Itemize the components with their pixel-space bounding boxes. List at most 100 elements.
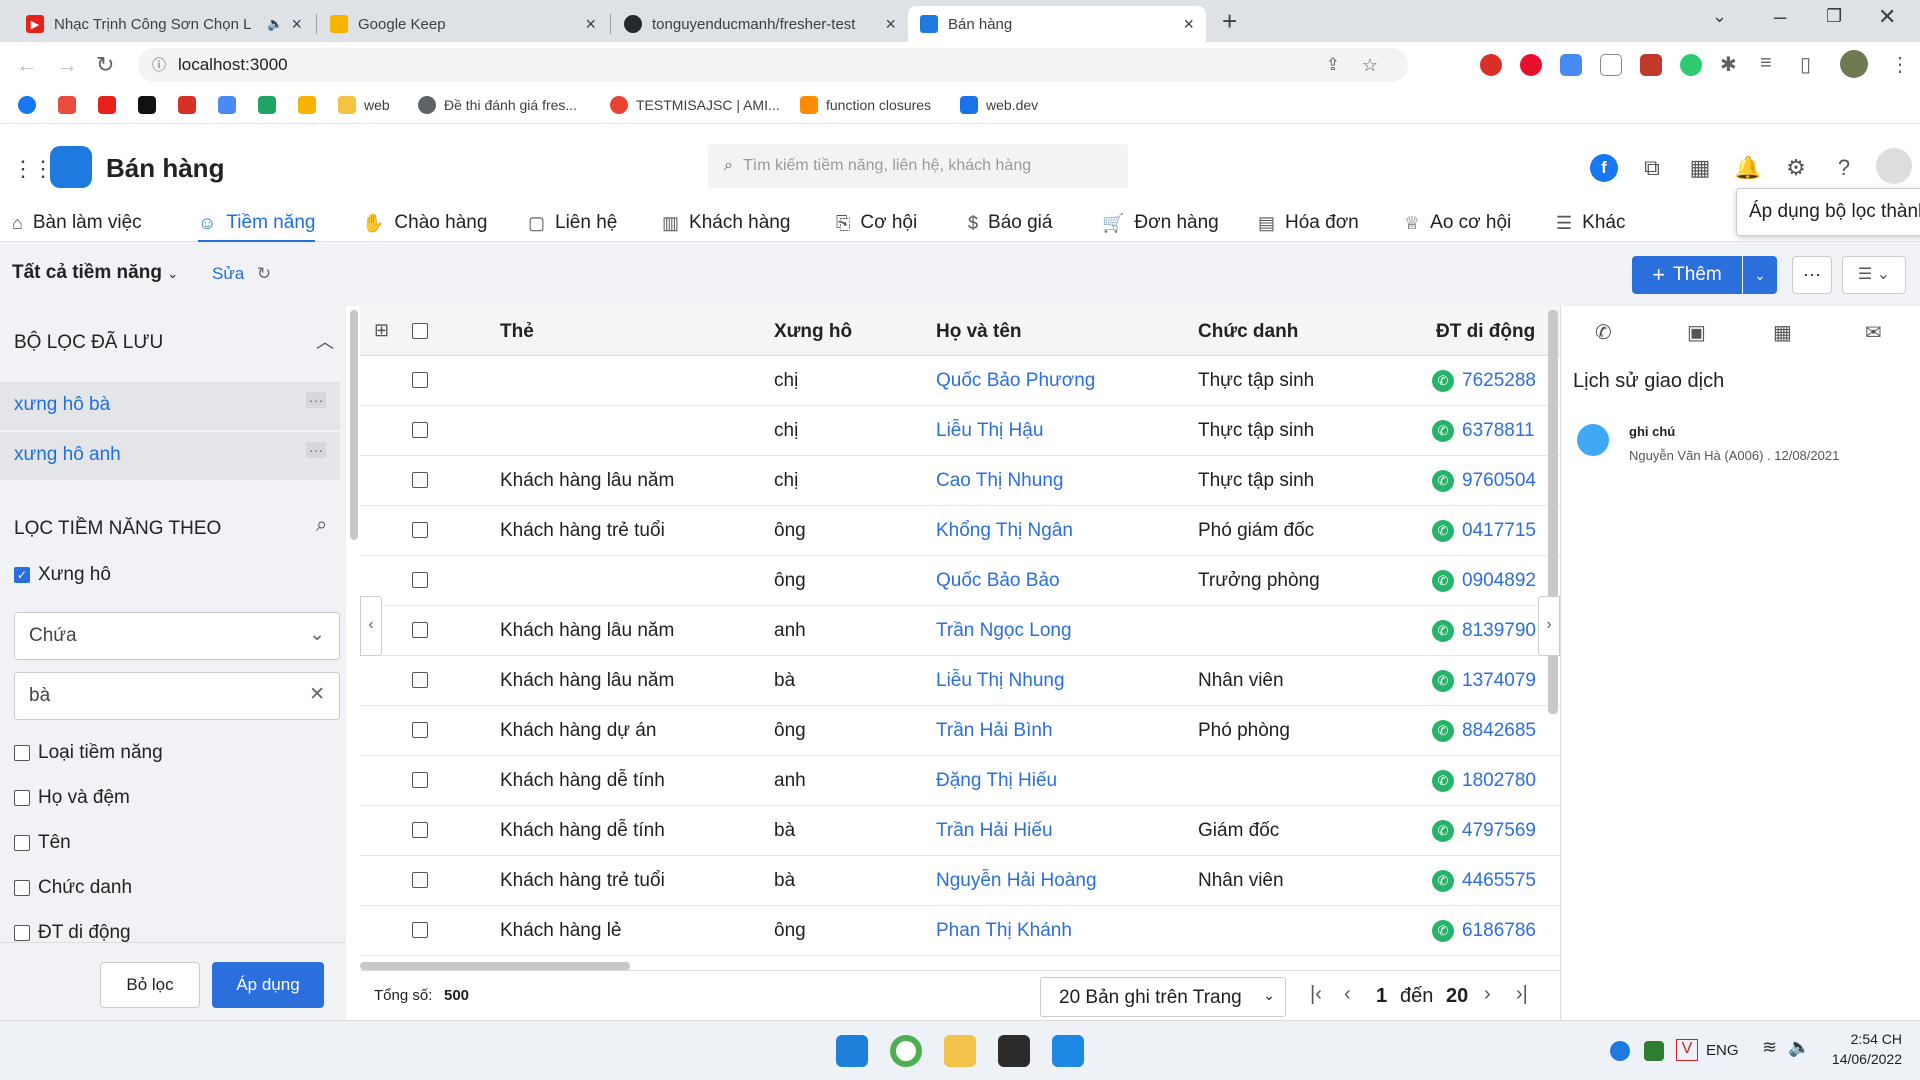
column-header[interactable]: ĐT di động (1436, 321, 1535, 343)
clock-date[interactable]: 14/06/2022 (1818, 1051, 1902, 1067)
call-icon[interactable]: ✆ (1432, 770, 1454, 792)
call-icon[interactable]: ✆ (1432, 720, 1454, 742)
zalo-icon[interactable] (1610, 1041, 1630, 1061)
minimize-button[interactable]: – (1774, 4, 1786, 30)
language-indicator[interactable]: ENG (1706, 1042, 1739, 1059)
cell-phone[interactable]: 6378811 (1462, 420, 1535, 441)
menu-kebab-icon[interactable]: ⋮ (1890, 52, 1910, 77)
bookmark-youtube[interactable] (98, 96, 124, 114)
chevron-up-icon[interactable]: ︿ (316, 328, 334, 354)
cell-phone[interactable]: 9760504 (1462, 470, 1536, 491)
facebook-icon[interactable]: f (1590, 154, 1618, 182)
bookmark-star-icon[interactable]: ☆ (1362, 55, 1378, 76)
extension-icon[interactable] (1640, 54, 1662, 76)
tab-co-hoi[interactable]: ⎘ Cơ hội (836, 204, 917, 242)
cell-phone[interactable]: 0417715 (1462, 520, 1536, 541)
row-checkbox[interactable] (412, 472, 428, 488)
windows-start-icon[interactable] (836, 1035, 868, 1067)
checkbox[interactable] (14, 745, 30, 761)
cell-phone[interactable]: 8139790 (1462, 620, 1536, 641)
column-header[interactable]: Xưng hô (774, 321, 852, 343)
apply-filter-button[interactable]: Áp dụng (212, 962, 324, 1008)
tab-ban-lam-viec[interactable]: ⌂ Bàn làm việc (12, 204, 142, 242)
row-checkbox[interactable] (412, 822, 428, 838)
table-row[interactable]: Khách hàng trẻ tuổi ông Khổng Thị Ngân Phó … (360, 506, 1560, 556)
search-icon[interactable]: ⌕ (316, 514, 327, 537)
horizontal-scrollbar[interactable] (360, 962, 630, 970)
more-icon[interactable]: ··· (306, 392, 326, 408)
cell-phone[interactable]: 4465575 (1462, 870, 1536, 891)
security-icon[interactable] (1644, 1041, 1664, 1061)
row-checkbox[interactable] (412, 722, 428, 738)
add-button[interactable]: + Thêm (1632, 256, 1742, 294)
table-row[interactable]: Khách hàng lâu năm bà Liễu Thị Nhung Nhân v… (360, 656, 1560, 706)
prev-page-icon[interactable]: ‹ (1344, 983, 1351, 1006)
saved-filter-item[interactable]: xưng hô anh ··· (0, 432, 340, 480)
table-row[interactable]: Khách hàng dễ tính anh Đặng Thị Hiếu ✆ 18027… (360, 756, 1560, 806)
cell-name-link[interactable]: Phan Thị Khánh (936, 920, 1072, 942)
cell-phone[interactable]: 7625288 (1462, 370, 1536, 391)
bookmark-keep[interactable] (298, 96, 324, 114)
filter-field-xung-ho[interactable]: ✓ Xưng hô (14, 564, 111, 586)
collapse-right-button[interactable]: › (1538, 596, 1560, 656)
last-page-icon[interactable]: ›| (1516, 983, 1528, 1006)
file-explorer-icon[interactable] (944, 1035, 976, 1067)
gear-icon[interactable]: ⚙ (1782, 154, 1810, 182)
bookmark-exam[interactable]: Đề thi đánh giá fres... (418, 96, 577, 114)
row-checkbox[interactable] (412, 372, 428, 388)
bookmark-webdev[interactable]: web.dev (960, 96, 1038, 114)
sidepanel-icon[interactable]: ▯ (1800, 52, 1811, 77)
cell-name-link[interactable]: Đặng Thị Hiếu (936, 770, 1057, 792)
puzzle-icon[interactable]: ✱ (1720, 52, 1737, 77)
call-icon[interactable]: ✆ (1432, 370, 1454, 392)
browser-tab[interactable]: ▶ Nhạc Trịnh Công Sơn Chọn L 🔈 × (14, 6, 314, 42)
table-row[interactable]: Khách hàng lâu năm chị Cao Thị Nhung Thực t… (360, 456, 1560, 506)
edit-view-link[interactable]: Sửa ↻ (212, 264, 271, 284)
next-page-icon[interactable]: › (1484, 983, 1491, 1006)
filter-field[interactable]: Chức danh (14, 877, 132, 899)
row-checkbox[interactable] (412, 422, 428, 438)
table-row[interactable]: Khách hàng dự án ông Trần Hải Bình Phó phòn… (360, 706, 1560, 756)
more-button[interactable]: ··· (1792, 256, 1832, 294)
calendar-icon[interactable]: ▦ (1686, 154, 1714, 182)
help-icon[interactable]: ? (1830, 154, 1858, 182)
cell-phone[interactable]: 1374079 (1462, 670, 1536, 691)
tab-chao-hang[interactable]: ✋ Chào hàng (362, 204, 487, 242)
view-selector[interactable]: Tất cả tiềm năng ⌄ (12, 262, 178, 284)
bookmark-slack[interactable] (58, 96, 84, 114)
cell-name-link[interactable]: Nguyễn Hải Hoàng (936, 870, 1097, 892)
bookmark-folder-web[interactable]: web (338, 96, 390, 114)
select-all-checkbox[interactable] (412, 323, 428, 339)
row-checkbox[interactable] (412, 922, 428, 938)
cell-name-link[interactable]: Liễu Thị Hậu (936, 420, 1043, 442)
checkbox[interactable] (14, 925, 30, 941)
global-search-input[interactable]: ⌕ Tìm kiếm tiềm năng, liên hệ, khách hàn… (708, 144, 1128, 188)
call-icon[interactable]: ✆ (1432, 820, 1454, 842)
table-row[interactable]: chị Quốc Bảo Phương Thực tập sinh ✆ 7625288 (360, 356, 1560, 406)
checkbox[interactable] (14, 790, 30, 806)
filter-value-input[interactable]: bà ✕ (14, 672, 340, 720)
info-icon[interactable]: ⓘ (152, 55, 166, 75)
close-icon[interactable]: × (1183, 14, 1194, 35)
calendar-icon[interactable]: ▦ (1773, 320, 1792, 345)
maximize-button[interactable]: ❐ (1826, 6, 1842, 27)
clear-icon[interactable]: ✕ (309, 683, 325, 706)
row-checkbox[interactable] (412, 872, 428, 888)
reset-filter-button[interactable]: Bỏ lọc (100, 962, 200, 1008)
bookmark-drive[interactable] (258, 96, 284, 114)
cell-name-link[interactable]: Quốc Bảo Phương (936, 370, 1095, 392)
table-row[interactable]: Khách hàng dễ tính bà Trần Hải Hiếu Giám đố… (360, 806, 1560, 856)
colorpick-icon[interactable] (1680, 54, 1702, 76)
add-dropdown-button[interactable]: ⌄ (1743, 256, 1777, 294)
column-header[interactable]: Họ và tên (936, 321, 1022, 343)
call-icon[interactable]: ✆ (1432, 670, 1454, 692)
bookmark-closures[interactable]: function closures (800, 96, 931, 114)
bookmark-translate[interactable] (218, 96, 244, 114)
close-icon[interactable]: × (885, 14, 896, 35)
mail-icon[interactable]: ✉ (1865, 320, 1882, 345)
table-row[interactable]: Khách hàng lẻ ông Phan Thị Khánh ✆ 6186786 (360, 906, 1560, 956)
column-header[interactable]: Thẻ (500, 321, 534, 343)
checkbox[interactable] (14, 835, 30, 851)
user-avatar[interactable] (1876, 148, 1912, 184)
cell-phone[interactable]: 0904892 (1462, 570, 1536, 591)
